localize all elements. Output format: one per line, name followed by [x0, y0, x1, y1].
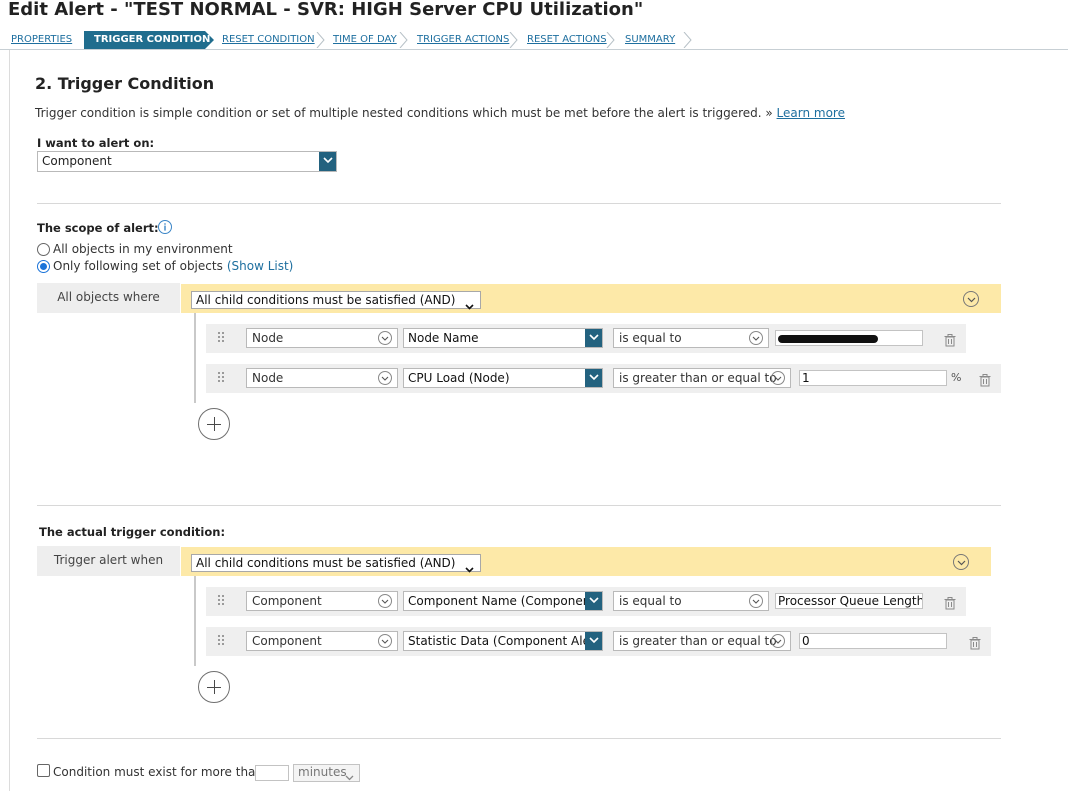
info-icon[interactable] — [158, 220, 172, 234]
delete-icon[interactable] — [979, 372, 991, 387]
scope-condition-2-object-select[interactable]: Node — [246, 368, 398, 388]
chevron-circle-icon — [771, 371, 785, 385]
drag-handle-icon[interactable] — [218, 595, 226, 607]
chevron-circle-icon — [749, 331, 763, 345]
duration-value-input[interactable] — [255, 765, 289, 781]
condition-duration-checkbox[interactable] — [37, 764, 50, 777]
delete-icon[interactable] — [969, 635, 981, 650]
drag-handle-icon[interactable] — [218, 372, 226, 384]
wizard-step-reset-condition[interactable]: RESET CONDITION — [222, 31, 315, 49]
trigger-condition-1-value-input[interactable]: Processor Queue Length — [775, 593, 923, 609]
collapse-group-icon[interactable] — [953, 554, 969, 570]
divider — [37, 738, 1001, 739]
drag-handle-icon[interactable] — [218, 332, 226, 344]
wizard-step-summary[interactable]: SUMMARY — [625, 31, 675, 49]
content-border — [9, 50, 10, 791]
trigger-group-label: Trigger alert when — [37, 546, 180, 576]
chevron-circle-icon — [378, 634, 392, 648]
add-scope-condition-button[interactable] — [198, 408, 230, 440]
chevron-down-icon — [585, 592, 602, 610]
condition-duration-label: Condition must exist for more than — [53, 765, 264, 779]
trigger-group-operator-select[interactable]: All child conditions must be satisfied (… — [191, 554, 481, 573]
tree-connector — [194, 313, 196, 403]
tree-connector — [194, 576, 196, 666]
step-separator-icon — [606, 32, 615, 48]
scope-option-all[interactable]: All objects in my environment — [37, 242, 233, 256]
radio-all-objects[interactable] — [37, 242, 50, 256]
radio-following-objects[interactable] — [37, 259, 50, 273]
show-list-link[interactable]: (Show List) — [227, 259, 294, 273]
unit-label: % — [951, 371, 962, 384]
page-title: Edit Alert - "TEST NORMAL - SVR: HIGH Se… — [8, 0, 644, 20]
scope-group-operator-select[interactable]: All child conditions must be satisfied (… — [191, 291, 481, 310]
scope-condition-1-object-select[interactable]: Node — [246, 328, 398, 348]
section-description: Trigger condition is simple condition or… — [35, 106, 845, 120]
dropdown-arrow-icon — [465, 298, 474, 315]
dropdown-arrow-icon — [345, 770, 354, 785]
delete-icon[interactable] — [944, 332, 956, 347]
chevron-circle-icon — [378, 594, 392, 608]
duration-unit-select[interactable]: minutes — [293, 764, 360, 782]
step-separator-icon — [683, 32, 692, 48]
chevron-circle-icon — [749, 594, 763, 608]
wizard-step-trigger-actions[interactable]: TRIGGER ACTIONS — [417, 31, 509, 49]
chevron-circle-icon — [378, 371, 392, 385]
scope-condition-2-value-input[interactable]: 1 — [799, 370, 947, 386]
step-separator-icon — [316, 32, 325, 48]
scope-option-following[interactable]: Only following set of objects (Show List… — [37, 259, 293, 273]
chevron-down-icon — [585, 632, 602, 650]
collapse-group-icon[interactable] — [963, 291, 979, 307]
step-separator-icon — [399, 32, 408, 48]
add-trigger-condition-button[interactable] — [198, 671, 230, 703]
chevron-circle-icon — [378, 331, 392, 345]
scope-condition-1-operator-select[interactable]: is equal to — [613, 328, 769, 348]
redaction-mark — [778, 335, 878, 343]
dropdown-arrow-icon — [465, 561, 474, 578]
scope-condition-1-value-input[interactable] — [775, 330, 923, 346]
wizard-step-properties[interactable]: PROPERTIES — [11, 31, 72, 49]
trigger-condition-1-operator-select[interactable]: is equal to — [613, 591, 769, 611]
alert-on-select[interactable]: Component — [37, 151, 337, 172]
chevron-down-icon — [585, 369, 602, 387]
trigger-label: The actual trigger condition: — [39, 525, 226, 539]
chevron-down-icon — [585, 329, 602, 347]
divider — [37, 203, 1001, 204]
scope-group-label: All objects where — [37, 283, 180, 313]
scope-condition-2-field-select[interactable]: CPU Load (Node) — [403, 368, 603, 388]
trigger-condition-2-value-input[interactable]: 0 — [799, 633, 947, 649]
section-heading: 2. Trigger Condition — [35, 74, 215, 93]
wizard-step-reset-actions[interactable]: RESET ACTIONS — [527, 31, 607, 49]
delete-icon[interactable] — [944, 595, 956, 610]
chevron-down-icon — [319, 152, 336, 171]
divider — [37, 505, 1001, 506]
scope-condition-1-field-select[interactable]: Node Name — [403, 328, 603, 348]
step-separator-icon — [509, 32, 518, 48]
alert-on-label: I want to alert on: — [37, 136, 155, 150]
wizard-step-time-of-day[interactable]: TIME OF DAY — [333, 31, 397, 49]
trigger-condition-1-object-select[interactable]: Component — [246, 591, 398, 611]
wizard-steps: PROPERTIES TRIGGER CONDITION RESET CONDI… — [0, 31, 1068, 50]
trigger-condition-1-field-select[interactable]: Component Name (Component A — [403, 591, 603, 611]
scope-label: The scope of alert: — [37, 221, 159, 235]
learn-more-link[interactable]: Learn more — [777, 106, 845, 120]
trigger-condition-2-field-select[interactable]: Statistic Data (Component Alertin — [403, 631, 603, 651]
trigger-condition-2-object-select[interactable]: Component — [246, 631, 398, 651]
scope-condition-2-operator-select[interactable]: is greater than or equal to — [613, 368, 791, 388]
drag-handle-icon[interactable] — [218, 635, 226, 647]
trigger-condition-2-operator-select[interactable]: is greater than or equal to — [613, 631, 791, 651]
wizard-step-trigger-condition[interactable]: TRIGGER CONDITION — [84, 31, 214, 49]
chevron-circle-icon — [771, 634, 785, 648]
